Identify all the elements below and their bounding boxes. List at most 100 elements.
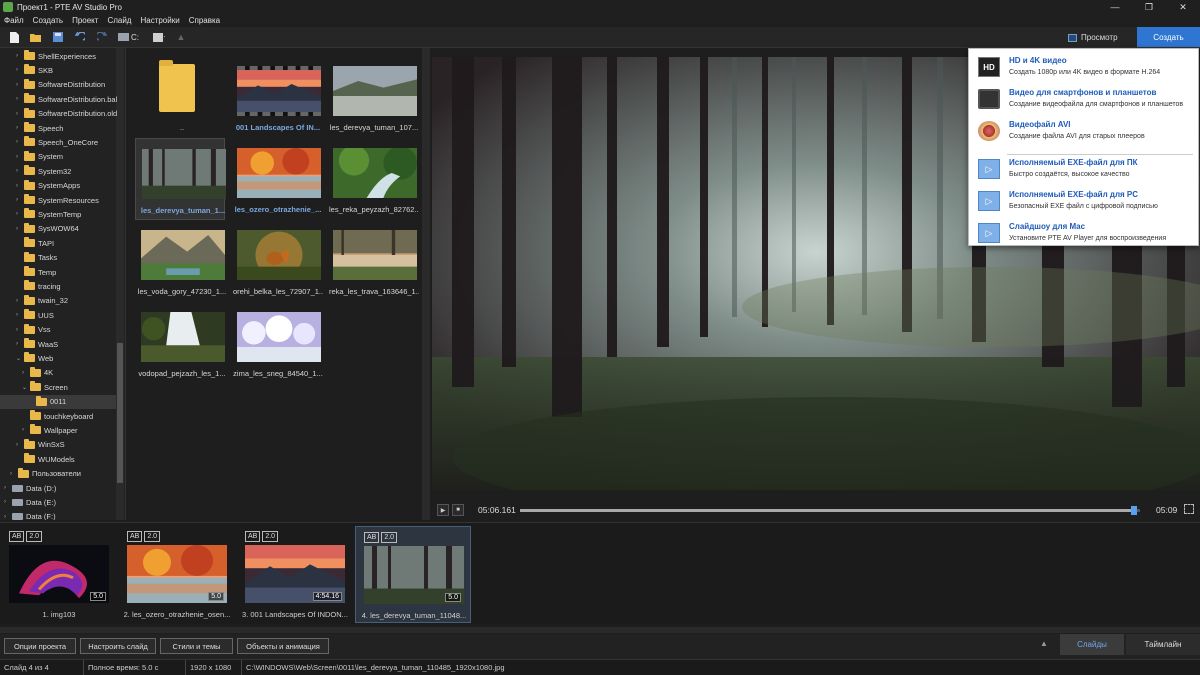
expand-arrow-icon[interactable]: ⌄ <box>22 384 30 391</box>
menu-create[interactable]: Создать <box>33 16 63 25</box>
transition-badge[interactable]: AB <box>364 532 380 543</box>
transition-time-badge[interactable]: 2.0 <box>144 531 161 542</box>
collapse-arrow-icon[interactable]: ▲ <box>1040 639 1048 648</box>
maximize-button[interactable]: ❐ <box>1132 0 1166 14</box>
tree-item[interactable]: 0011 <box>0 394 116 409</box>
tree-item[interactable]: › Vss <box>16 323 51 337</box>
redo-icon[interactable] <box>96 31 108 43</box>
expand-arrow-icon[interactable]: › <box>16 82 24 88</box>
tree-item[interactable]: › WaaS <box>16 337 58 351</box>
tree-item[interactable]: WUModels <box>16 452 75 466</box>
create-button[interactable]: Создать <box>1137 27 1200 47</box>
transition-time-badge[interactable]: 2.0 <box>262 531 279 542</box>
undo-icon[interactable] <box>74 31 86 43</box>
styles-themes-button[interactable]: Стили и темы <box>160 638 233 654</box>
menu-project[interactable]: Проект <box>72 16 98 25</box>
file-browser-scrollbar[interactable] <box>422 48 430 520</box>
slide-item[interactable]: AB 2.0 5.0 4. les_derevya_tuman_11048... <box>355 526 471 623</box>
file-item[interactable]: reka_les_trava_163646_1... <box>327 220 419 302</box>
tree-item[interactable]: › SystemTemp <box>16 207 81 221</box>
expand-arrow-icon[interactable]: › <box>16 111 24 117</box>
create-menu-item[interactable]: HD HD и 4K видео Создать 1080p или 4K виде… <box>969 52 1200 82</box>
file-item[interactable]: les_derevya_tuman_107... <box>327 56 418 138</box>
expand-arrow-icon[interactable]: › <box>16 442 24 448</box>
drive-icon[interactable] <box>118 31 129 43</box>
tree-item[interactable]: › Data (F:) <box>4 510 56 520</box>
expand-arrow-icon[interactable]: › <box>4 514 12 520</box>
expand-arrow-icon[interactable]: › <box>16 183 24 189</box>
tree-item[interactable]: › SKB <box>16 63 53 77</box>
tree-item[interactable]: › Speech_OneCore <box>16 135 98 149</box>
project-options-button[interactable]: Опции проекта <box>4 638 76 654</box>
customize-slide-button[interactable]: Настроить слайд <box>80 638 156 654</box>
expand-arrow-icon[interactable]: › <box>22 427 30 433</box>
expand-arrow-icon[interactable]: › <box>16 226 24 232</box>
file-item[interactable]: les_voda_gory_47230_1... <box>135 220 226 302</box>
slide-item[interactable]: AB 2.0 4:54.16 3. 001 Landscapes Of INDON..… <box>237 526 353 623</box>
expand-arrow-icon[interactable]: ⌄ <box>16 355 24 362</box>
expand-arrow-icon[interactable]: › <box>16 67 24 73</box>
file-item[interactable]: zima_les_sneg_84540_1... <box>231 302 323 384</box>
tree-item[interactable]: › WinSxS <box>16 438 65 452</box>
playback-knob[interactable] <box>1130 506 1137 515</box>
tab-slides[interactable]: Слайды <box>1060 634 1124 655</box>
menu-slide[interactable]: Слайд <box>107 16 131 25</box>
view-mode-icon[interactable] <box>153 31 165 43</box>
open-folder-icon[interactable] <box>30 31 42 43</box>
tree-item[interactable]: › SystemResources <box>16 193 99 207</box>
create-menu-item[interactable]: ▷ Слайдшоу для Mac Установите PTE AV Playe… <box>969 218 1200 248</box>
tree-item[interactable]: › Пользователи <box>10 467 81 481</box>
file-item[interactable]: orehi_belka_les_72907_1... <box>231 220 323 302</box>
tree-item[interactable]: › UUS <box>16 308 54 322</box>
tree-item[interactable]: TAPI <box>16 236 54 250</box>
tree-item[interactable]: Temp <box>16 265 56 279</box>
tree-item[interactable]: › SoftwareDistribution.bal <box>16 92 117 106</box>
preview-button[interactable]: Просмотр <box>1068 30 1118 45</box>
tree-item[interactable]: tracing <box>16 279 61 293</box>
tree-item[interactable]: › Wallpaper <box>22 423 78 437</box>
play-button[interactable]: ▶ <box>437 504 449 516</box>
expand-arrow-icon[interactable]: › <box>16 125 24 131</box>
menu-file[interactable]: Файл <box>4 16 24 25</box>
expand-arrow-icon[interactable]: › <box>16 139 24 145</box>
create-menu-item[interactable]: ▷ Исполняемый EXE-файл для PC Безопасный E… <box>969 186 1200 216</box>
menu-settings[interactable]: Настройки <box>140 16 179 25</box>
create-menu-item[interactable]: Видеофайл AVI Создание файла AVI для стар… <box>969 116 1200 146</box>
up-arrow-icon[interactable]: ▲ <box>175 31 187 43</box>
tab-timeline[interactable]: Таймлайн <box>1126 634 1200 655</box>
slide-list-scrollbar[interactable] <box>0 627 1200 633</box>
tree-item[interactable]: › System <box>16 150 63 164</box>
tree-item[interactable]: ⌄ Web <box>16 351 53 365</box>
expand-arrow-icon[interactable]: › <box>16 53 24 59</box>
minimize-button[interactable]: — <box>1098 0 1132 14</box>
objects-animation-button[interactable]: Объекты и анимация <box>237 638 329 654</box>
slide-item[interactable]: AB 2.0 5.0 1. img103 <box>1 526 117 623</box>
expand-arrow-icon[interactable]: › <box>16 341 24 347</box>
tree-scroll-thumb[interactable] <box>117 343 123 483</box>
menu-help[interactable]: Справка <box>189 16 220 25</box>
file-item[interactable]: 001 Landscapes Of IN... <box>231 56 321 138</box>
tree-item[interactable]: › Data (D:) <box>4 481 56 495</box>
create-menu-item[interactable]: Видео для смартфонов и планшетов Создание… <box>969 84 1200 114</box>
tree-item[interactable]: touchkeyboard <box>22 409 93 423</box>
expand-arrow-icon[interactable]: › <box>16 96 24 102</box>
fullscreen-icon[interactable] <box>1184 504 1194 514</box>
tree-item[interactable]: › SysWOW64 <box>16 222 79 236</box>
file-item[interactable]: les_ozero_otrazhenie_... <box>231 138 321 220</box>
stop-button[interactable]: ■ <box>452 504 464 516</box>
tree-item[interactable]: › System32 <box>16 164 71 178</box>
file-item[interactable]: vodopad_pejzazh_les_1... <box>135 302 226 384</box>
transition-badge[interactable]: AB <box>245 531 261 542</box>
transition-badge[interactable]: AB <box>127 531 143 542</box>
expand-arrow-icon[interactable]: › <box>4 485 12 491</box>
transition-badge[interactable]: AB <box>9 531 25 542</box>
file-item[interactable]: .. <box>135 56 225 138</box>
expand-arrow-icon[interactable]: › <box>16 211 24 217</box>
expand-arrow-icon[interactable]: › <box>10 471 18 477</box>
transition-time-badge[interactable]: 2.0 <box>381 532 398 543</box>
tree-item[interactable]: › twain_32 <box>16 294 68 308</box>
drive-selector[interactable]: C: <box>131 33 139 42</box>
expand-arrow-icon[interactable]: › <box>16 168 24 174</box>
new-file-icon[interactable] <box>8 31 20 43</box>
expand-arrow-icon[interactable]: › <box>16 312 24 318</box>
